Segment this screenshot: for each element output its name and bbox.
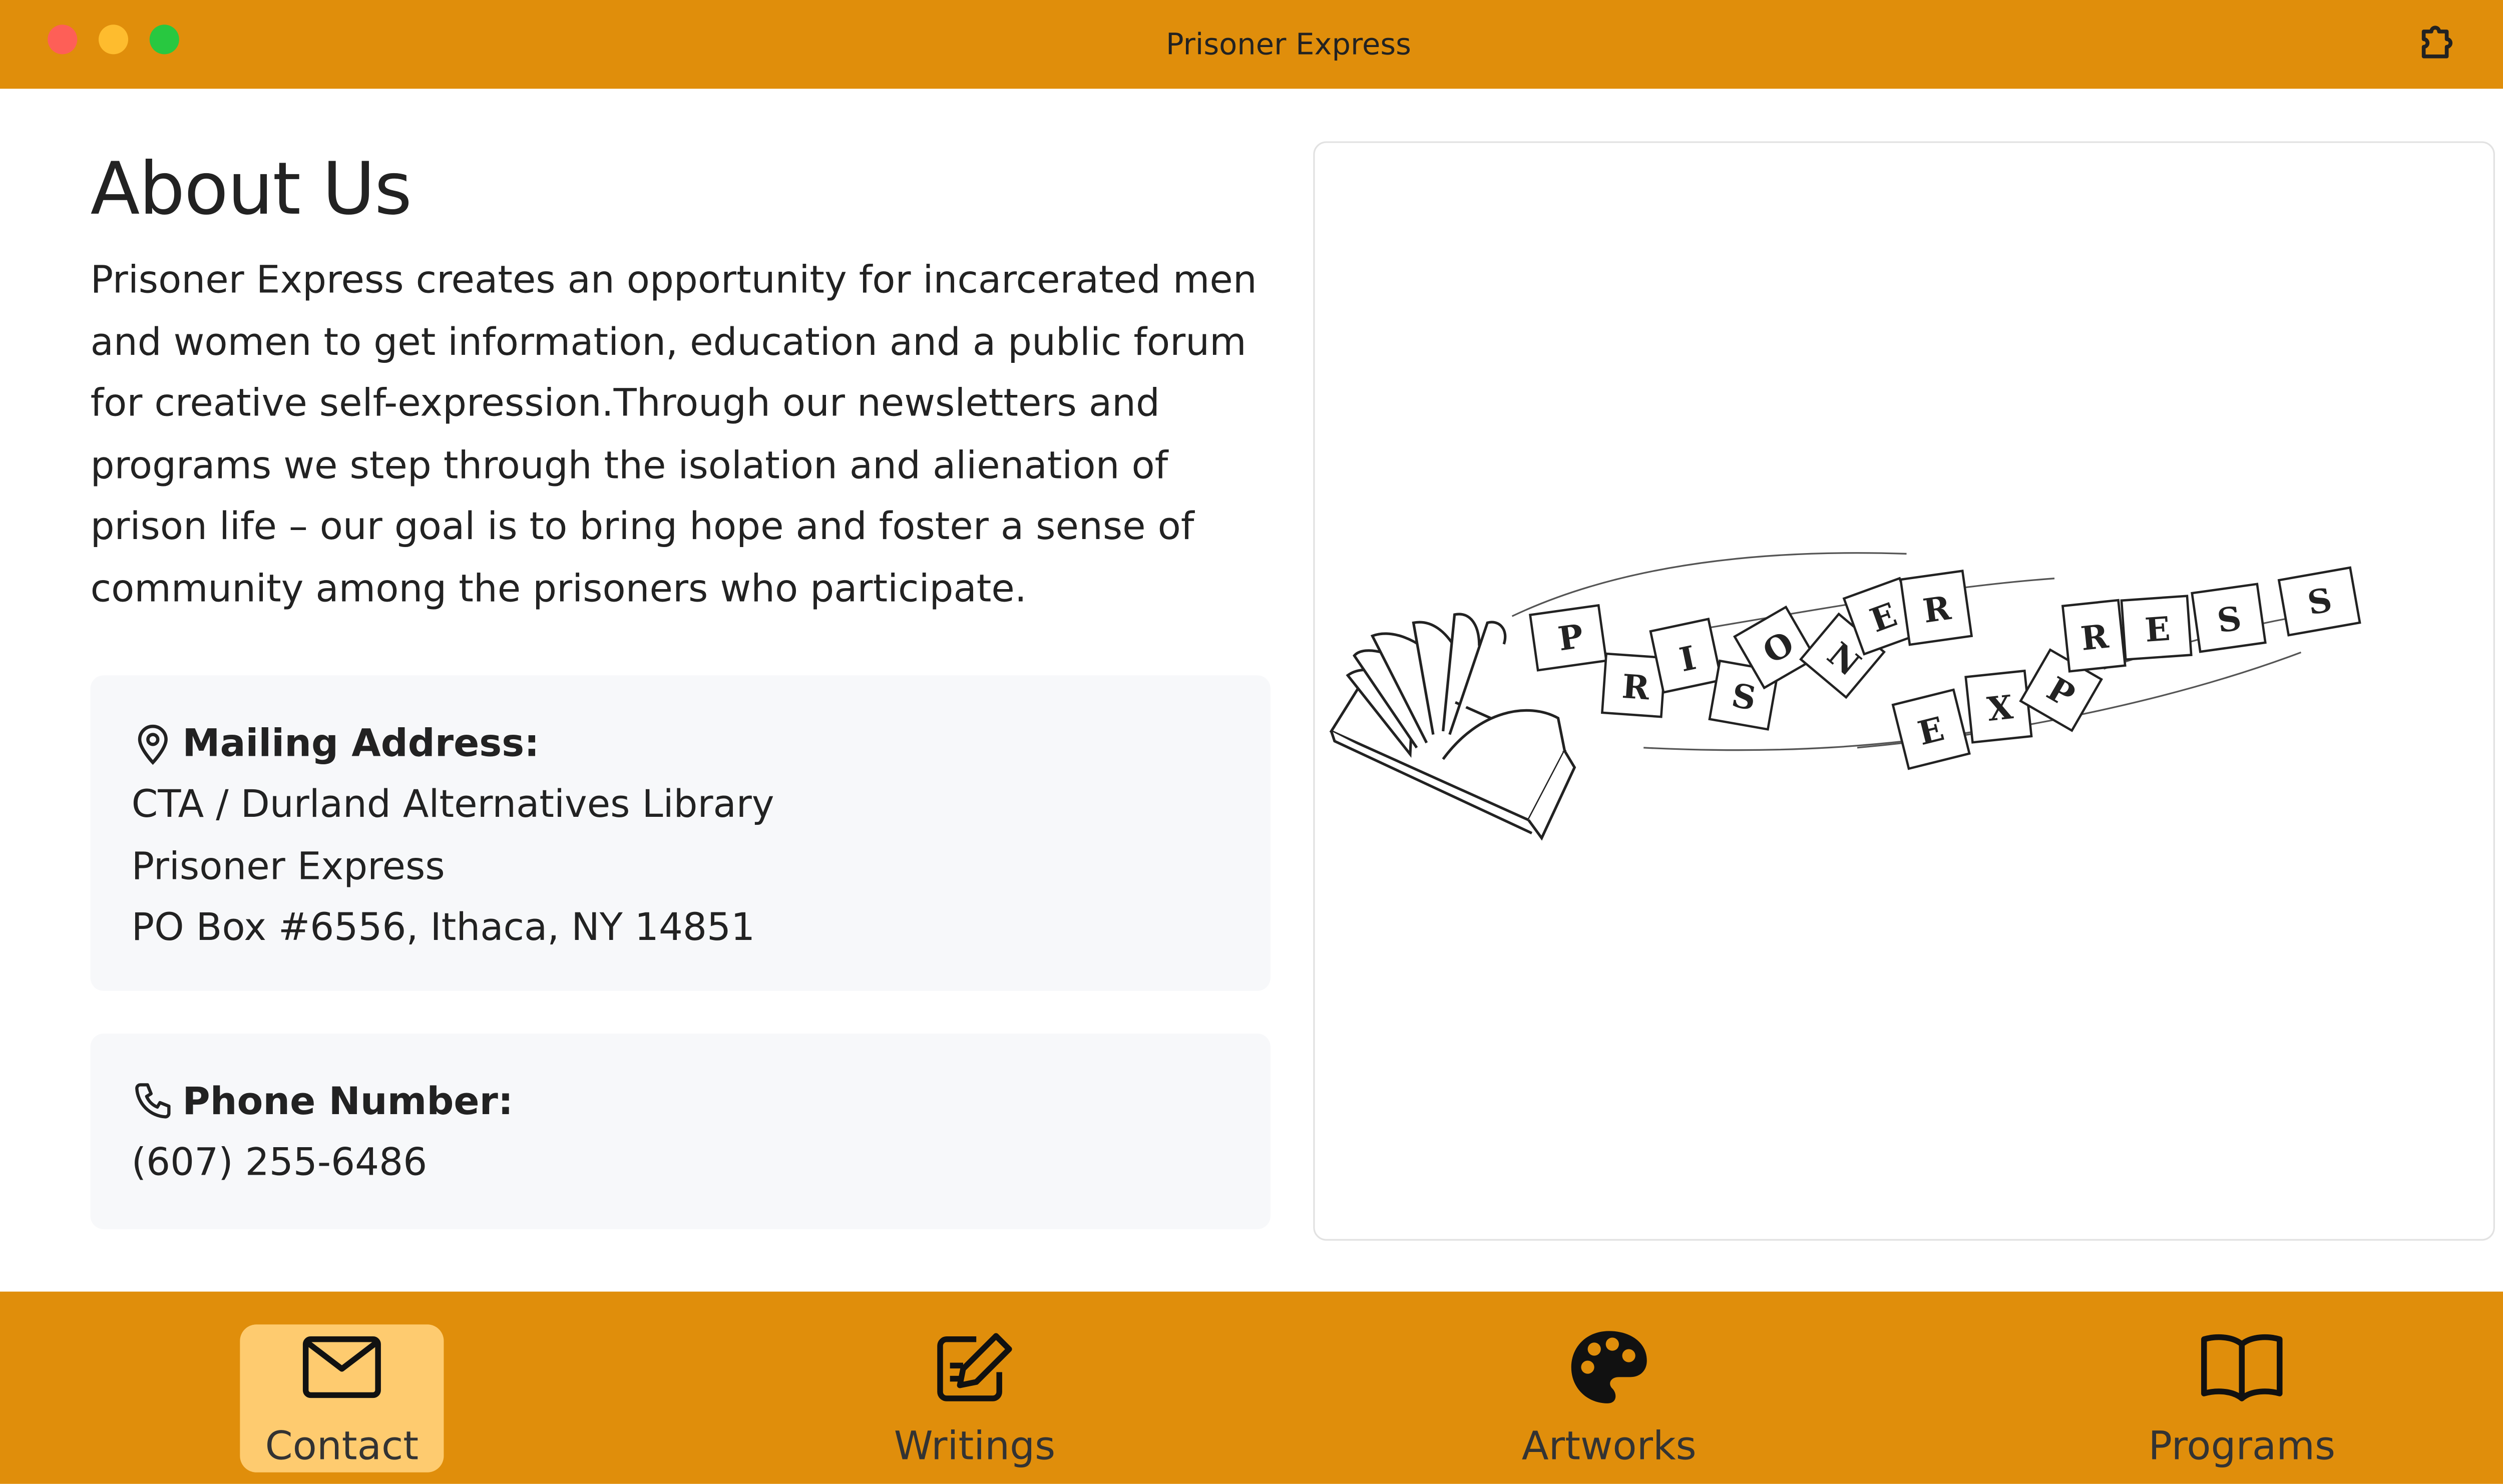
svg-text:R: R [2079,617,2111,658]
minimize-window-button[interactable] [98,25,129,55]
maximize-window-button[interactable] [149,25,179,55]
svg-text:P: P [1556,617,1586,659]
close-window-button[interactable] [48,25,78,55]
svg-text:E: E [2144,610,2171,650]
map-pin-icon [132,724,174,766]
title-bar-actions [2413,15,2503,68]
address-line-2: Prisoner Express [131,845,445,888]
prisoner-express-logo: P R I S O N E R E X P R E S S [1329,552,2361,841]
tab-artworks[interactable]: Artworks [1507,1324,1711,1472]
phone-number-label: Phone Number: [182,1080,514,1124]
extension-icon[interactable] [2413,15,2465,68]
phone-icon [132,1082,174,1124]
phone-number-card: Phone Number: (607) 255-6486 [90,1033,1271,1229]
tab-artworks-label: Artworks [1521,1423,1697,1469]
pencil-square-icon [934,1328,1016,1407]
address-line-1: CTA / Durland Alternatives Library [131,784,774,827]
mailing-address-heading: Mailing Address: [132,714,1229,776]
phone-number-value[interactable]: (607) 255-6486 [132,1134,1229,1196]
tab-programs-label: Programs [2148,1423,2336,1469]
window-title: Prisoner Express [1166,27,1411,62]
window-controls [48,25,179,55]
tab-programs[interactable]: Programs [2140,1324,2344,1472]
palette-icon [1568,1328,1650,1407]
envelope-icon [301,1328,383,1407]
svg-text:X: X [1985,688,2015,729]
mailing-address-card: Mailing Address: CTA / Durland Alternati… [90,674,1271,991]
logo-image-panel: P R I S O N E R E X P R E S S [1313,141,2495,1241]
page-title: About Us [90,148,412,232]
phone-number-heading: Phone Number: [132,1072,1229,1134]
tab-contact[interactable]: Contact [240,1324,444,1472]
book-icon [2199,1328,2285,1407]
about-description: Prisoner Express creates an opportunity … [90,259,1257,612]
tab-contact-label: Contact [265,1423,419,1469]
about-section: About Us Prisoner Express creates an opp… [90,132,1274,1229]
address-line-3: PO Box #6556, Ithaca, NY 14851 [131,907,755,950]
svg-text:R: R [1921,589,1953,631]
tab-writings[interactable]: Writings [873,1324,1076,1472]
svg-text:R: R [1621,667,1651,708]
mailing-address-label: Mailing Address: [182,722,540,765]
bottom-navigation: Contact Writings Artworks Programs [0,1291,2503,1484]
tab-writings-label: Writings [894,1423,1056,1469]
title-bar: Prisoner Express [0,0,2503,89]
app-window: Prisoner Express About Us Prisoner Expre… [0,0,2503,1484]
